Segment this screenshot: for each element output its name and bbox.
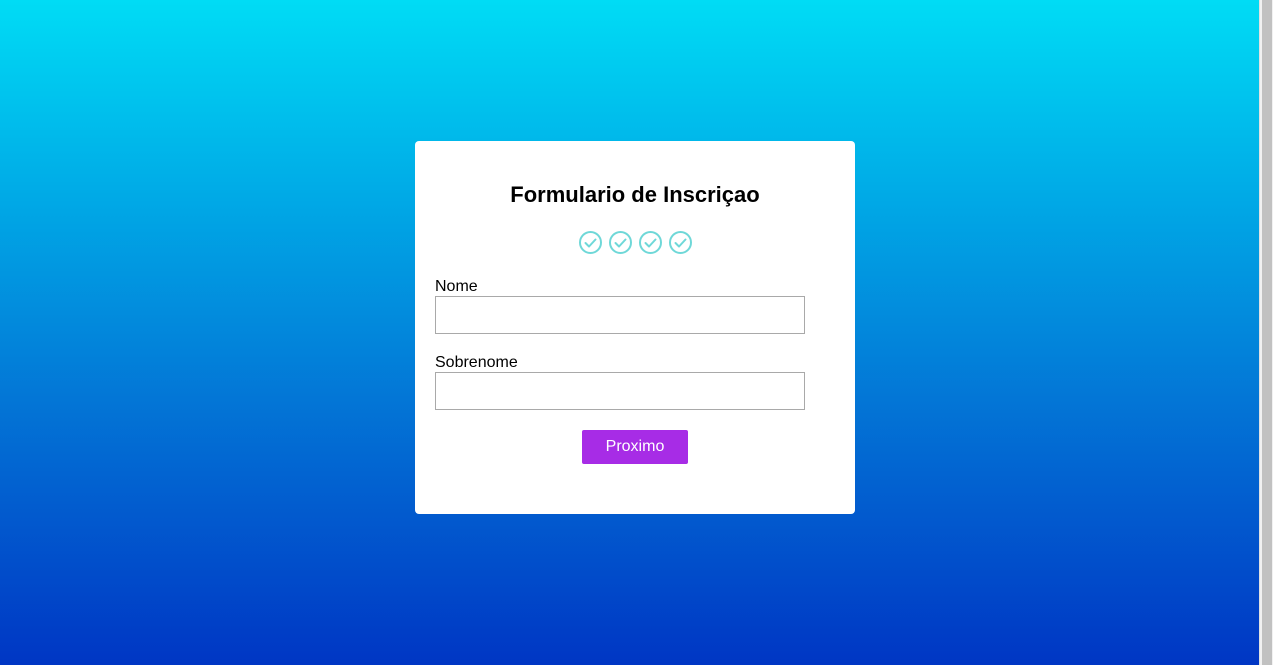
scrollbar-thumb[interactable]	[1262, 0, 1272, 665]
step-indicator	[415, 230, 855, 256]
sobrenome-input[interactable]	[435, 372, 805, 410]
form-title: Formulario de Inscriçao	[510, 182, 760, 207]
sobrenome-label: Sobrenome	[435, 354, 518, 371]
check-circle-icon	[638, 230, 663, 255]
nome-input[interactable]	[435, 296, 805, 334]
vertical-scrollbar[interactable]	[1259, 0, 1273, 665]
next-button[interactable]: Proximo	[582, 430, 688, 464]
check-circle-icon	[578, 230, 603, 255]
check-circle-icon	[668, 230, 693, 255]
registration-form-card: Formulario de Inscriçao Nome Sobrenome P…	[415, 141, 855, 514]
check-circle-icon	[608, 230, 633, 255]
nome-label: Nome	[435, 278, 478, 295]
